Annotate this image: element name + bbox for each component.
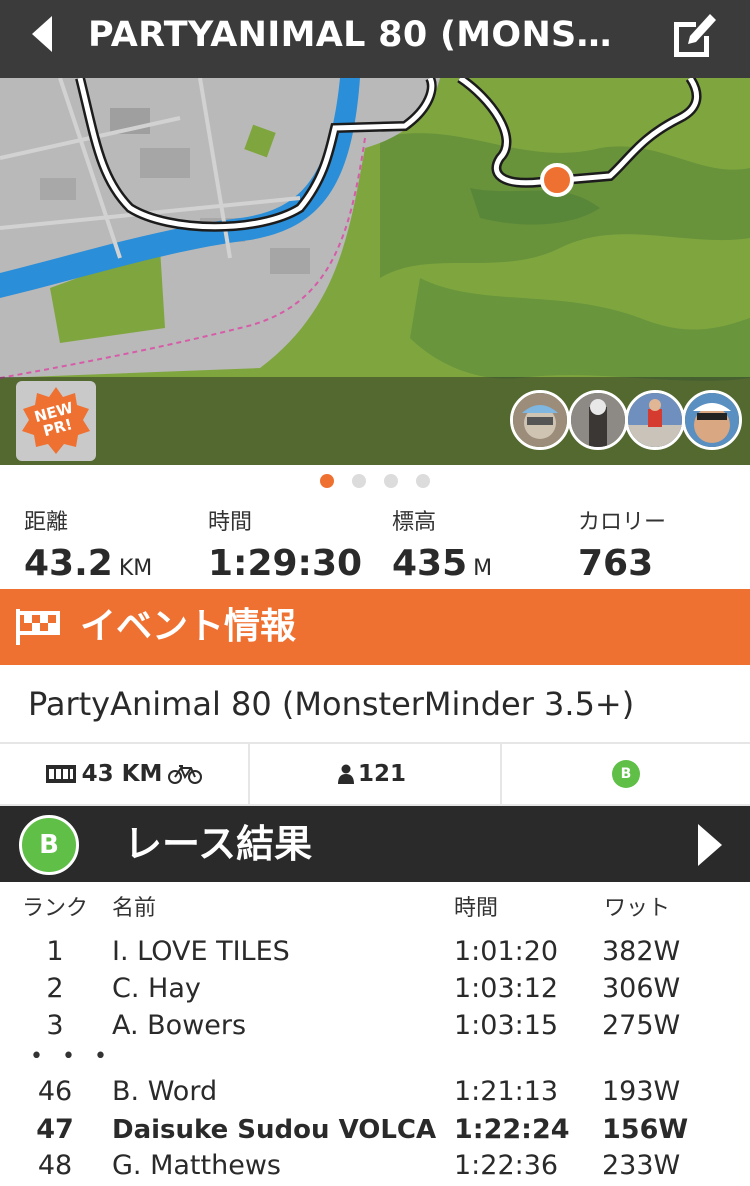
event-info-banner: イベント情報	[0, 589, 750, 665]
route-map[interactable]: NEW PR!	[0, 78, 750, 465]
stat-value: 763	[578, 543, 654, 584]
table-row[interactable]: 3 A. Bowers 1:03:15 275W	[0, 1008, 750, 1044]
table-row-current-user[interactable]: 47 Daisuke Sudou VOLCA 1:22:24 156W	[0, 1112, 750, 1148]
cell-name: I. LOVE TILES	[112, 936, 290, 967]
stat-label: 標高	[392, 510, 437, 535]
rider-avatar-icon	[571, 393, 625, 447]
cell-name: A. Bowers	[112, 1010, 247, 1041]
new-pr-badge[interactable]: NEW PR!	[16, 381, 96, 461]
column-header-watt: ワット	[604, 896, 671, 921]
pager-dot-active[interactable]	[320, 474, 334, 488]
cell-watt: 193W	[602, 1076, 681, 1107]
cell-time: 1:22:36	[454, 1150, 559, 1181]
event-participants: 121	[250, 744, 500, 804]
column-header-name: 名前	[112, 896, 157, 921]
avatar[interactable]	[568, 390, 628, 450]
stat-elevation: 標高 435 M	[392, 508, 492, 589]
race-results-header[interactable]: B レース結果	[0, 806, 750, 882]
cell-watt: 275W	[602, 1010, 681, 1041]
stat-distance: 距離 43.2 KM	[24, 508, 152, 589]
avatar[interactable]	[510, 390, 570, 450]
rider-avatar-icon	[685, 393, 739, 447]
table-row[interactable]: 1 I. LOVE TILES 1:01:20 382W	[0, 934, 750, 970]
event-distance: 43 KM	[0, 744, 248, 804]
page-title: PARTYANIMAL 80 (MONS…	[88, 15, 612, 55]
cell-name: G. Matthews	[112, 1150, 281, 1181]
cell-rank: 47	[36, 1114, 74, 1145]
avatar[interactable]	[682, 390, 742, 450]
stat-label: 時間	[208, 510, 253, 535]
edit-icon	[674, 14, 716, 57]
rows-ellipsis: • • •	[30, 1044, 113, 1069]
stat-value: 43.2 KM	[24, 543, 153, 584]
cell-rank: 3	[46, 1010, 64, 1041]
cell-watt: 306W	[602, 973, 681, 1004]
event-name: PartyAnimal 80 (MonsterMinder 3.5+)	[28, 685, 635, 723]
cell-time: 1:03:15	[454, 1010, 559, 1041]
cell-rank: 48	[37, 1150, 73, 1181]
rider-avatar-icon	[513, 393, 567, 447]
pager-dot[interactable]	[352, 474, 366, 488]
category-b-badge: B	[19, 815, 79, 875]
pager-dot[interactable]	[384, 474, 398, 488]
cell-watt: 233W	[602, 1150, 681, 1181]
checkered-flag-icon	[16, 609, 60, 645]
stat-unit: M	[473, 556, 493, 581]
column-header-rank: ランク	[22, 896, 89, 921]
stat-value: 1:29:30	[208, 543, 363, 584]
cell-watt: 156W	[602, 1114, 689, 1145]
pager-dot[interactable]	[416, 474, 430, 488]
cell-rank: 2	[46, 973, 64, 1004]
column-header-time: 時間	[454, 896, 499, 921]
cell-time: 1:21:13	[454, 1076, 559, 1107]
edit-button[interactable]	[668, 8, 720, 60]
participant-count: 121	[357, 761, 406, 787]
cell-rank: 1	[46, 936, 64, 967]
stat-value: 435 M	[392, 543, 493, 584]
event-category: B	[502, 744, 750, 804]
cell-rank: 46	[37, 1076, 73, 1107]
event-info-label: イベント情報	[80, 606, 297, 647]
cell-name: Daisuke Sudou VOLCA	[112, 1115, 437, 1145]
person-icon	[337, 764, 354, 784]
cell-time: 1:01:20	[454, 936, 559, 967]
category-b-badge: B	[612, 760, 640, 788]
back-button[interactable]	[22, 14, 62, 54]
stat-label: カロリー	[578, 510, 667, 535]
app-header: PARTYANIMAL 80 (MONS…	[0, 0, 750, 78]
new-pr-icon: NEWPR!	[22, 387, 90, 454]
cell-name: C. Hay	[112, 973, 201, 1004]
avatar[interactable]	[625, 390, 685, 450]
cell-name: B. Word	[112, 1076, 218, 1107]
event-details-row: 43 KM 121 B	[0, 742, 750, 806]
cell-time: 1:22:24	[454, 1114, 570, 1145]
stat-calories: カロリー 763	[578, 508, 666, 584]
cell-time: 1:03:12	[454, 973, 559, 1004]
bicycle-icon	[168, 765, 203, 784]
odometer-icon	[45, 765, 76, 783]
chevron-left-icon	[32, 16, 52, 52]
stat-time: 時間 1:29:30	[208, 508, 362, 584]
table-row[interactable]: 2 C. Hay 1:03:12 306W	[0, 971, 750, 1007]
rider-avatar-icon	[628, 393, 682, 447]
table-row[interactable]: 46 B. Word 1:21:13 193W	[0, 1074, 750, 1110]
cell-watt: 382W	[602, 936, 681, 967]
stat-label: 距離	[24, 510, 69, 535]
table-row[interactable]: 48 G. Matthews 1:22:36 233W	[0, 1148, 750, 1184]
race-results-title: レース結果	[124, 822, 313, 866]
play-arrow-icon[interactable]	[694, 822, 726, 868]
stat-unit: KM	[118, 556, 153, 581]
event-distance-value: 43 KM	[81, 761, 163, 787]
